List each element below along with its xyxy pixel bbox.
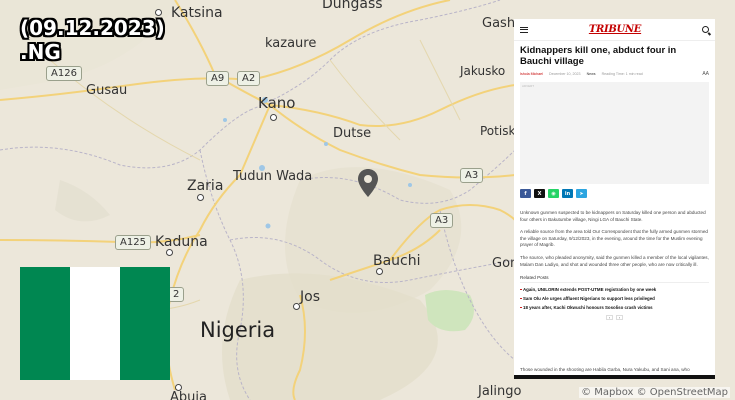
highway-shield-a2: A2 [237, 71, 261, 86]
article-reading-time: Reading Time: 1 min read [601, 72, 643, 76]
highway-shield-a2-low: 2 [168, 287, 185, 302]
city-label-jakusko: Jakusko [460, 64, 506, 78]
city-label-potiskum: Potisk [480, 124, 516, 138]
flag-stripe-left [20, 267, 70, 380]
country-label-nigeria: Nigeria [200, 318, 276, 342]
browser-bottom-bar [514, 375, 715, 379]
article-header: TRIBUNE [514, 19, 715, 41]
flag-stripe-center [70, 267, 120, 380]
city-label-dutse: Dutse [333, 126, 372, 141]
city-dot-bauchi [376, 268, 383, 275]
search-icon[interactable] [701, 26, 709, 33]
city-label-jalingo: Jalingo [478, 384, 522, 399]
date-title-line1: (09.12.2023) [20, 16, 165, 40]
highway-shield-a3-mid: A3 [430, 213, 454, 228]
article-section[interactable]: News [587, 72, 596, 76]
related-posts-title: Related Posts [520, 275, 709, 284]
related-post-3[interactable]: 18 years after, Kachi Okwuchi honours So… [514, 305, 715, 310]
city-label-gusau: Gusau [86, 83, 128, 98]
city-label-abuja: Abuja [170, 390, 207, 400]
nigeria-flag [20, 267, 170, 380]
city-dot-kano [270, 114, 277, 121]
city-dot-kaduna [166, 249, 173, 256]
city-label-dungass: Dungass [322, 0, 383, 12]
city-label-kazaure: kazaure [265, 36, 317, 51]
city-label-jos: Jos [300, 289, 320, 305]
image-caption: ADVERT [522, 84, 535, 88]
city-label-kaduna: Kaduna [155, 234, 208, 250]
article-paragraph-1: Unknown gunmen suspected to be kidnapper… [520, 210, 706, 222]
facebook-share-icon[interactable]: f [520, 189, 531, 198]
article-headline: Kidnappers kill one, abduct four in Bauc… [520, 45, 677, 67]
city-dot-zaria [197, 194, 204, 201]
font-size-icon[interactable]: AA [702, 71, 709, 77]
city-label-katsina: Katsina [171, 5, 223, 21]
telegram-share-icon[interactable]: ➤ [576, 189, 587, 198]
pager-next-button[interactable]: › [616, 315, 623, 321]
city-label-bauchi: Bauchi [373, 253, 421, 269]
share-buttons: f X ◉ in ➤ [514, 184, 715, 198]
pager-prev-button[interactable]: ‹ [606, 315, 613, 321]
menu-icon[interactable] [520, 26, 528, 33]
related-pager: ‹ › [514, 315, 715, 321]
flag-stripe-right [120, 267, 170, 380]
city-label-tudun-wada: Tudun Wada [233, 169, 313, 184]
highway-shield-a125: A125 [115, 235, 151, 250]
linkedin-share-icon[interactable]: in [562, 189, 573, 198]
date-title-line2: .NG [20, 40, 61, 64]
related-post-1[interactable]: Again, UNILORIN extends POST-UTME regist… [514, 287, 715, 292]
highway-shield-a126: A126 [46, 66, 82, 81]
article-image-placeholder: ADVERT [520, 82, 709, 184]
city-label-kano: Kano [258, 94, 296, 112]
highway-shield-a9: A9 [206, 71, 230, 86]
tribune-logo[interactable]: TRIBUNE [589, 24, 642, 35]
article-author[interactable]: Ishola Michael [520, 72, 543, 76]
city-dot-abuja [175, 384, 182, 391]
location-pin-icon[interactable] [357, 168, 379, 198]
article-paragraph-2: A reliable source from the area told Our… [520, 229, 708, 248]
city-label-zaria: Zaria [187, 178, 224, 194]
related-post-2[interactable]: Sam Olu Ale urges affluent Nigerians to … [514, 296, 715, 301]
article-paragraph-4: Those wounded in the shooting are Habila… [520, 367, 690, 372]
x-share-icon[interactable]: X [534, 189, 545, 198]
city-dot-katsina [155, 9, 162, 16]
article-screenshot: TRIBUNE Kidnappers kill one, abduct four… [514, 19, 715, 376]
date-title: (09.12.2023) .NG [20, 16, 165, 64]
article-date: December 10, 2023 [548, 72, 581, 76]
highway-shield-a3-right: A3 [460, 168, 484, 183]
article-paragraph-3: The source, who pleaded anonymity, said … [520, 254, 709, 267]
city-dot-jos [293, 303, 300, 310]
article-meta: Ishola Michael December 10, 2023 News Re… [514, 67, 715, 77]
whatsapp-share-icon[interactable]: ◉ [548, 189, 559, 198]
map-attribution[interactable]: © Mapbox © OpenStreetMap [579, 387, 730, 398]
